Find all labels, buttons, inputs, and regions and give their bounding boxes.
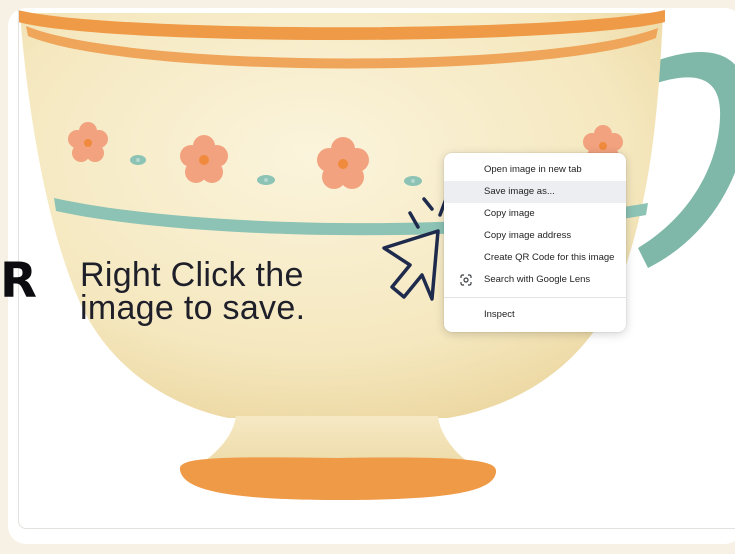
- menu-item-label: Search with Google Lens: [484, 274, 591, 285]
- menu-item-label: Create QR Code for this image: [484, 252, 615, 263]
- instruction-text: Right Click the image to save.: [80, 256, 306, 327]
- instruction-line-1: Right Click the: [80, 256, 304, 294]
- menu-item-label: Inspect: [484, 309, 515, 320]
- context-menu: Open image in new tab Save image as... C…: [444, 153, 626, 332]
- menu-item-search-google-lens[interactable]: Search with Google Lens: [444, 269, 626, 291]
- menu-item-inspect[interactable]: Inspect: [444, 304, 626, 326]
- menu-item-copy-image-address[interactable]: Copy image address: [444, 225, 626, 247]
- menu-item-label: Copy image address: [484, 230, 572, 241]
- page-background: R Right Click the image to save. Open im…: [0, 0, 735, 554]
- menu-separator: [444, 297, 626, 298]
- cup-base-rim: [179, 457, 497, 500]
- menu-item-open-image-new-tab[interactable]: Open image in new tab: [444, 159, 626, 181]
- menu-item-save-image-as[interactable]: Save image as...: [444, 181, 626, 203]
- menu-item-label: Open image in new tab: [484, 164, 582, 175]
- menu-item-copy-image[interactable]: Copy image: [444, 203, 626, 225]
- google-lens-icon: [460, 274, 472, 286]
- side-letter: R: [0, 253, 37, 309]
- menu-item-create-qr-code[interactable]: Create QR Code for this image: [444, 247, 626, 269]
- menu-item-label: Copy image: [484, 208, 535, 219]
- instruction-line-2: image to save.: [80, 289, 306, 327]
- menu-item-label: Save image as...: [484, 186, 555, 197]
